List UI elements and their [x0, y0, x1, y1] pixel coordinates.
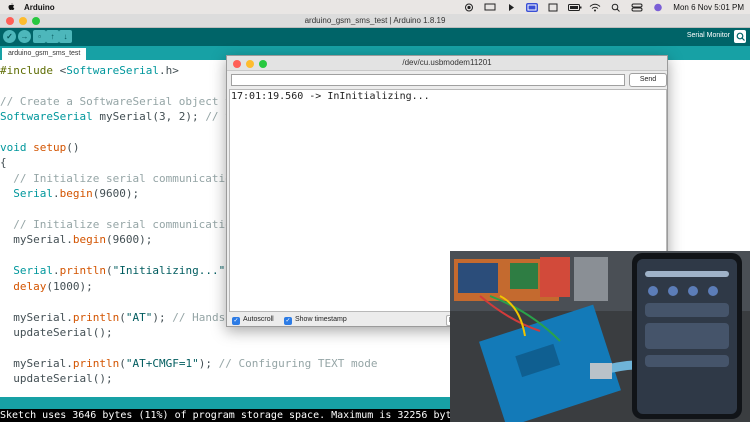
apple-icon[interactable] [6, 2, 16, 12]
serial-input[interactable] [231, 74, 625, 86]
code-line[interactable]: updateSerial(); [0, 371, 483, 386]
battery-icon[interactable] [568, 3, 582, 12]
search-icon[interactable] [610, 3, 622, 12]
code-line[interactable] [0, 387, 483, 397]
show-timestamp-label: Show timestamp [295, 316, 347, 323]
window-title-bar: arduino_gsm_sms_test | Arduino 1.8.19 [0, 14, 750, 28]
show-timestamp-checkbox[interactable]: ✓ [284, 317, 292, 325]
hardware-photo [450, 251, 750, 422]
tab-arduino-gsm-sms-test[interactable]: arduino_gsm_sms_test [2, 48, 87, 60]
code-line[interactable]: mySerial.println("AT+CMGF=1"); // Config… [0, 356, 483, 371]
verify-button[interactable]: ✓ [3, 30, 16, 43]
serial-monitor-label: Serial Monitor [686, 32, 730, 39]
serial-monitor-icon [736, 32, 745, 41]
arduino-toolbar: ✓ → ▫ ↑ ↓ Serial Monitor [0, 28, 750, 46]
upload-button[interactable]: → [18, 30, 31, 43]
send-button[interactable]: Send [629, 73, 667, 87]
siri-icon[interactable] [652, 3, 664, 12]
macos-menu-bar: Arduino Mon 6 Nov 5:01 PM [0, 0, 750, 14]
control-center-icon[interactable] [631, 3, 643, 12]
webcam-video-overlay [450, 251, 750, 422]
menubar-status-area: Mon 6 Nov 5:01 PM [463, 0, 744, 14]
menubar-datetime[interactable]: Mon 6 Nov 5:01 PM [673, 3, 744, 12]
code-line[interactable] [0, 340, 483, 355]
play-icon[interactable] [505, 3, 517, 12]
screen: Arduino Mon 6 Nov 5:01 PM arduino_gsm_sm… [0, 0, 750, 422]
autoscroll-label: Autoscroll [243, 316, 274, 323]
new-icon: ▫ [38, 32, 41, 41]
serial-monitor-button[interactable] [734, 30, 746, 43]
verify-icon: ✓ [6, 32, 13, 41]
serial-output-line: 17:01:19.560 -> InInitializing... [231, 91, 430, 102]
save-icon: ↓ [63, 32, 68, 41]
autoscroll-checkbox[interactable]: ✓ [232, 317, 240, 325]
box-icon[interactable] [547, 3, 559, 12]
open-button[interactable]: ↑ [46, 30, 59, 43]
open-icon: ↑ [50, 32, 55, 41]
wifi-icon[interactable] [589, 3, 601, 12]
new-button[interactable]: ▫ [33, 30, 46, 43]
display-icon[interactable] [526, 2, 539, 12]
serial-monitor-title-bar: /dev/cu.usbmodem11201 [227, 56, 667, 71]
menubar-app-name[interactable]: Arduino [24, 3, 55, 12]
serial-monitor-title: /dev/cu.usbmodem11201 [402, 58, 492, 67]
screen-icon[interactable] [484, 3, 496, 12]
upload-icon: → [20, 32, 29, 41]
save-button[interactable]: ↓ [59, 30, 72, 43]
record-icon[interactable] [463, 3, 475, 12]
window-title: arduino_gsm_sms_test | Arduino 1.8.19 [304, 16, 446, 25]
